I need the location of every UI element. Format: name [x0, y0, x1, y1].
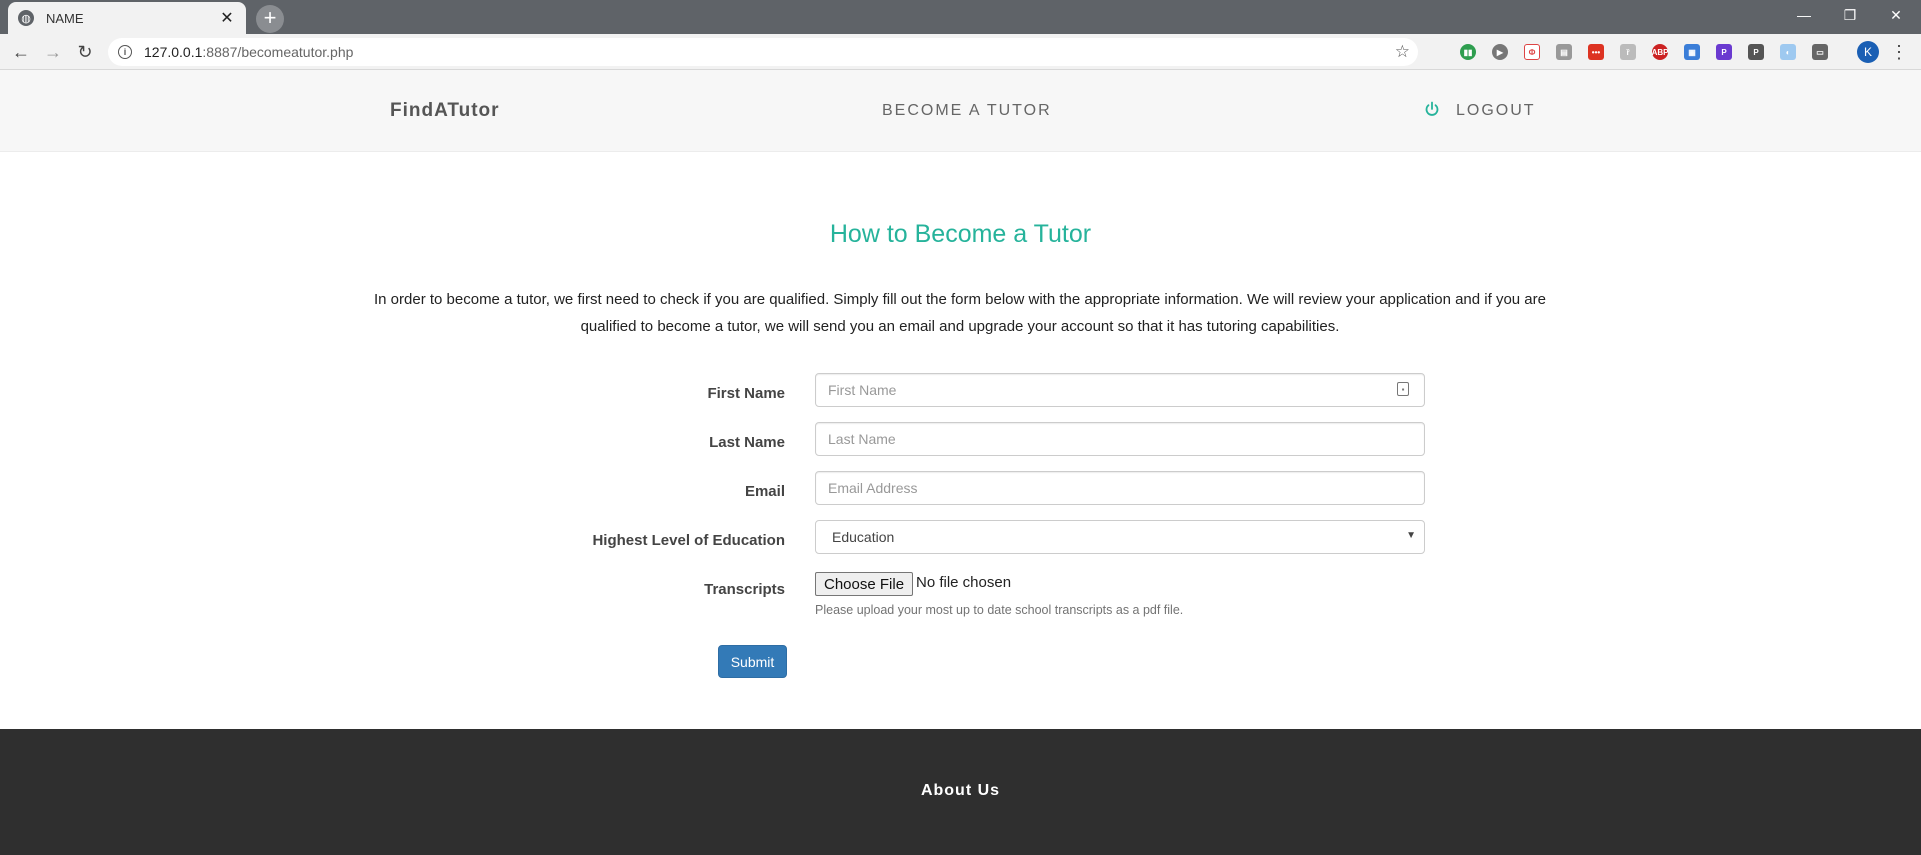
education-label: Highest Level of Education [592, 532, 785, 549]
nav-logout[interactable]: LOGOUT [1456, 102, 1536, 120]
forward-icon[interactable]: → [41, 40, 65, 64]
restore-icon[interactable]: ❐ [1827, 0, 1873, 30]
extension-icon[interactable]: ▭ [1812, 44, 1828, 60]
extension-icon[interactable]: ••• [1588, 44, 1604, 60]
extension-icon[interactable]: ▮▮ [1460, 44, 1476, 60]
new-tab-button[interactable]: + [256, 5, 284, 33]
email-label: Email [744, 483, 785, 500]
tab-title: NAME [46, 10, 84, 26]
extension-icon[interactable]: ▤ [1556, 44, 1572, 60]
choose-file-button[interactable]: Choose File [815, 572, 914, 596]
browser-menu-icon[interactable]: ⋮ [1890, 40, 1908, 64]
footer-about-title: About Us [920, 782, 1001, 799]
browser-tab-bar: ◍ NAME ✕ + — ❐ ✕ [0, 0, 1921, 34]
last-name-field[interactable] [815, 422, 1425, 456]
url-host: 127.0.0.1 [144, 44, 203, 60]
browser-tab[interactable]: ◍ NAME ✕ [8, 2, 246, 34]
extension-icon[interactable]: ȑ [1620, 44, 1636, 60]
bookmark-star-icon[interactable]: ☆ [1395, 42, 1410, 62]
globe-icon: ◍ [18, 10, 34, 26]
address-bar[interactable]: i 127.0.0.1:8887/becomeatutor.php ☆ [108, 38, 1418, 66]
transcripts-help-text: Please upload your most up to date schoo… [815, 603, 1184, 617]
browser-toolbar: ← → ↻ i 127.0.0.1:8887/becomeatutor.php … [0, 34, 1921, 70]
back-icon[interactable]: ← [9, 40, 33, 64]
site-footer: About Us [0, 729, 1921, 855]
power-icon[interactable] [1424, 101, 1440, 117]
submit-button[interactable]: Submit [718, 645, 787, 678]
nav-become-tutor[interactable]: BECOME A TUTOR [882, 102, 1052, 120]
email-field[interactable] [815, 471, 1425, 505]
site-navbar: FindATutor BECOME A TUTOR LOGOUT [0, 70, 1921, 152]
last-name-label: Last Name [709, 434, 785, 451]
extension-icon[interactable]: P [1748, 44, 1764, 60]
minimize-icon[interactable]: — [1781, 0, 1827, 30]
page-title: How to Become a Tutor [829, 220, 1092, 248]
url-path: :8887/becomeatutor.php [202, 44, 354, 60]
first-name-field[interactable] [815, 373, 1425, 407]
site-info-icon[interactable]: i [118, 45, 132, 59]
first-name-label: First Name [707, 385, 785, 402]
autofill-contact-icon[interactable]: ▪ [1397, 382, 1409, 396]
education-selected-value: Education [832, 529, 895, 545]
extension-icon[interactable]: Ф [1524, 44, 1540, 60]
file-status-text: No file chosen [916, 574, 1012, 591]
extension-icon[interactable]: ◐ [1780, 44, 1796, 60]
tab-close-icon[interactable]: ✕ [218, 8, 236, 28]
transcripts-label: Transcripts [704, 581, 785, 598]
intro-paragraph: In order to become a tutor, we first nee… [374, 291, 1546, 335]
dropdown-arrow-icon: ▼ [1406, 530, 1416, 541]
extension-icon[interactable]: ▦ [1684, 44, 1700, 60]
reload-icon[interactable]: ↻ [73, 40, 97, 64]
window-close-icon[interactable]: ✕ [1873, 0, 1919, 30]
extension-icon[interactable]: ▶ [1492, 44, 1508, 60]
education-select[interactable]: Education ▼ [815, 520, 1425, 554]
brand-logo[interactable]: FindATutor [390, 100, 500, 122]
adblock-icon[interactable]: ABP [1652, 44, 1668, 60]
extension-icon[interactable]: P [1716, 44, 1732, 60]
profile-avatar[interactable]: K [1857, 41, 1879, 63]
